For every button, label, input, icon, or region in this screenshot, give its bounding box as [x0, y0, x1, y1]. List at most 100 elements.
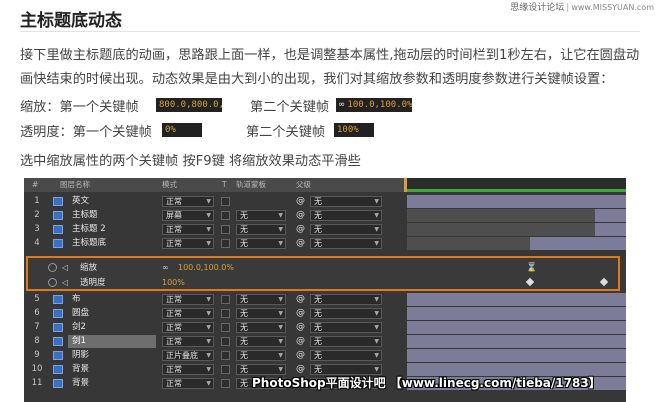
preserve-transparency-checkbox[interactable]: [221, 309, 230, 318]
parent-select[interactable]: 无 ▼: [310, 224, 382, 235]
layer-name[interactable]: 剑2: [68, 321, 156, 334]
pick-whip-icon[interactable]: @: [296, 209, 305, 222]
track-matte-select[interactable]: 无 ▼: [236, 224, 286, 235]
layer-name[interactable]: 主标题 2: [68, 223, 156, 236]
layer-row[interactable]: 4 主标题底 正常 ▼ 无 ▼ @ 无 ▼: [24, 237, 626, 250]
pick-whip-icon[interactable]: @: [296, 349, 305, 362]
layer-duration-track: [407, 195, 626, 208]
preserve-transparency-checkbox[interactable]: [221, 239, 230, 248]
blend-mode-select[interactable]: 正常 ▼: [162, 336, 214, 347]
pick-whip-icon[interactable]: @: [296, 195, 305, 208]
layer-duration-bar[interactable]: [407, 349, 626, 362]
layer-number: 9: [34, 350, 40, 360]
layer-name[interactable]: 布: [68, 293, 156, 306]
parent-select[interactable]: 无 ▼: [310, 350, 382, 361]
pick-whip-icon[interactable]: @: [296, 335, 305, 348]
parent-select[interactable]: 无 ▼: [310, 210, 382, 221]
layer-name[interactable]: 英文: [68, 195, 156, 208]
blend-mode-select[interactable]: 正常 ▼: [162, 308, 214, 319]
parent-select[interactable]: 无 ▼: [310, 294, 382, 305]
layer-duration-track: [407, 349, 626, 362]
layer-row[interactable]: 3 主标题 2 正常 ▼ 无 ▼ @ 无 ▼: [24, 223, 626, 236]
blend-mode-select[interactable]: 正常 ▼: [162, 196, 214, 207]
layer-name[interactable]: 阴影: [68, 349, 156, 362]
track-matte-select[interactable]: 无 ▼: [236, 322, 286, 333]
work-area-bar[interactable]: [404, 189, 626, 192]
site-watermark: 思缘设计论坛 | www.MISSYUAN.com: [510, 3, 654, 13]
layer-duration-bar[interactable]: [407, 321, 626, 334]
preserve-transparency-checkbox[interactable]: [221, 295, 230, 304]
track-matte-select[interactable]: 无 ▼: [236, 350, 286, 361]
track-matte-select[interactable]: 无 ▼: [236, 210, 286, 221]
layer-duration-bar[interactable]: [595, 209, 626, 222]
preserve-transparency-checkbox[interactable]: [221, 351, 230, 360]
track-matte-select[interactable]: 无 ▼: [236, 294, 286, 305]
current-time-indicator[interactable]: [404, 178, 407, 192]
parent-select[interactable]: 无 ▼: [310, 322, 382, 333]
layer-duration-bar[interactable]: [407, 335, 626, 348]
blend-mode-select[interactable]: 正常 ▼: [162, 224, 214, 235]
preserve-transparency-checkbox[interactable]: [221, 379, 230, 388]
layer-row[interactable]: 2 主标题 屏幕 ▼ 无 ▼ @ 无 ▼: [24, 209, 626, 222]
preserve-transparency-checkbox[interactable]: [221, 337, 230, 346]
col-mode[interactable]: 模式: [162, 178, 177, 192]
layer-name[interactable]: 背景: [68, 377, 156, 390]
credit-watermark: PhotoShop平面设计吧 【www.linecg.com/tieba/178…: [252, 376, 601, 390]
layer-row[interactable]: 7 剑2 正常 ▼ 无 ▼ @ 无 ▼: [24, 321, 626, 334]
preserve-transparency-checkbox[interactable]: [221, 225, 230, 234]
preserve-transparency-checkbox[interactable]: [221, 211, 230, 220]
layer-row[interactable]: 8 剑1 正常 ▼ 无 ▼ @ 无 ▼: [24, 335, 626, 348]
col-parent[interactable]: 父级: [296, 178, 311, 192]
layer-duration-bar[interactable]: [530, 237, 626, 250]
layer-duration-bar[interactable]: [407, 293, 626, 306]
parent-select[interactable]: 无 ▼: [310, 336, 382, 347]
track-matte-select[interactable]: 无 ▼: [236, 308, 286, 319]
link-icon: ∞: [339, 100, 345, 110]
blend-mode-select[interactable]: 正常 ▼: [162, 322, 214, 333]
blend-mode-select[interactable]: 正常 ▼: [162, 378, 214, 389]
pick-whip-icon[interactable]: @: [296, 307, 305, 320]
preserve-transparency-checkbox[interactable]: [221, 197, 230, 206]
col-t[interactable]: T: [222, 178, 227, 192]
pick-whip-icon[interactable]: @: [296, 237, 305, 250]
pick-whip-icon[interactable]: @: [296, 293, 305, 306]
parent-select[interactable]: 无 ▼: [310, 308, 382, 319]
footage-icon: [53, 211, 63, 220]
col-track-matte[interactable]: 轨道蒙板: [236, 178, 266, 192]
layer-duration-bar[interactable]: [407, 307, 626, 320]
layer-duration-bar[interactable]: [407, 195, 626, 208]
pick-whip-icon[interactable]: @: [296, 223, 305, 236]
layer-name[interactable]: 主标题: [68, 209, 156, 222]
blend-mode-select[interactable]: 正常 ▼: [162, 238, 214, 249]
layer-name[interactable]: 剑1: [68, 335, 156, 348]
layer-row[interactable]: 1 英文 正常 ▼ @ 无 ▼: [24, 195, 626, 208]
layer-duration-track: [407, 237, 626, 250]
layer-duration-bar[interactable]: [595, 223, 626, 236]
layer-row[interactable]: 5 布正常 ▼ 无 ▼ @ 无 ▼: [24, 293, 626, 306]
article-title: 主标题底动态: [20, 11, 122, 31]
pick-whip-icon[interactable]: @: [296, 321, 305, 334]
opacity-first-value: 0%: [162, 123, 202, 137]
layer-row[interactable]: 6 圆盘 正常 ▼ 无 ▼ @ 无 ▼: [24, 307, 626, 320]
layer-number: 2: [34, 210, 40, 220]
parent-select[interactable]: 无 ▼: [310, 196, 382, 207]
parent-select[interactable]: 无 ▼: [310, 238, 382, 249]
track-matte-select[interactable]: 无 ▼: [236, 238, 286, 249]
layer-name[interactable]: 背景: [68, 363, 156, 376]
blend-mode-select[interactable]: 正片叠底 ▼: [162, 350, 214, 361]
chevron-down-icon: ▼: [206, 198, 211, 205]
preserve-transparency-checkbox[interactable]: [221, 323, 230, 332]
blend-mode-select[interactable]: 屏幕 ▼: [162, 210, 214, 221]
footage-icon: [53, 309, 63, 318]
chevron-down-icon: ▼: [374, 366, 379, 373]
chevron-down-icon: ▼: [278, 212, 283, 219]
layer-row[interactable]: 9 阴影 正片叠底 ▼ 无 ▼ @ 无 ▼: [24, 349, 626, 362]
layer-name[interactable]: 主标题底: [68, 237, 156, 250]
blend-mode-select[interactable]: 正常 ▼: [162, 294, 214, 305]
watermark-url: www.MISSYUAN.com: [571, 3, 654, 12]
blend-mode-select[interactable]: 正常 ▼: [162, 364, 214, 375]
layer-name[interactable]: 圆盘: [68, 307, 156, 320]
track-matte-select[interactable]: 无 ▼: [236, 336, 286, 347]
preserve-transparency-checkbox[interactable]: [221, 365, 230, 374]
col-layer-name[interactable]: 图层名称: [60, 178, 90, 192]
